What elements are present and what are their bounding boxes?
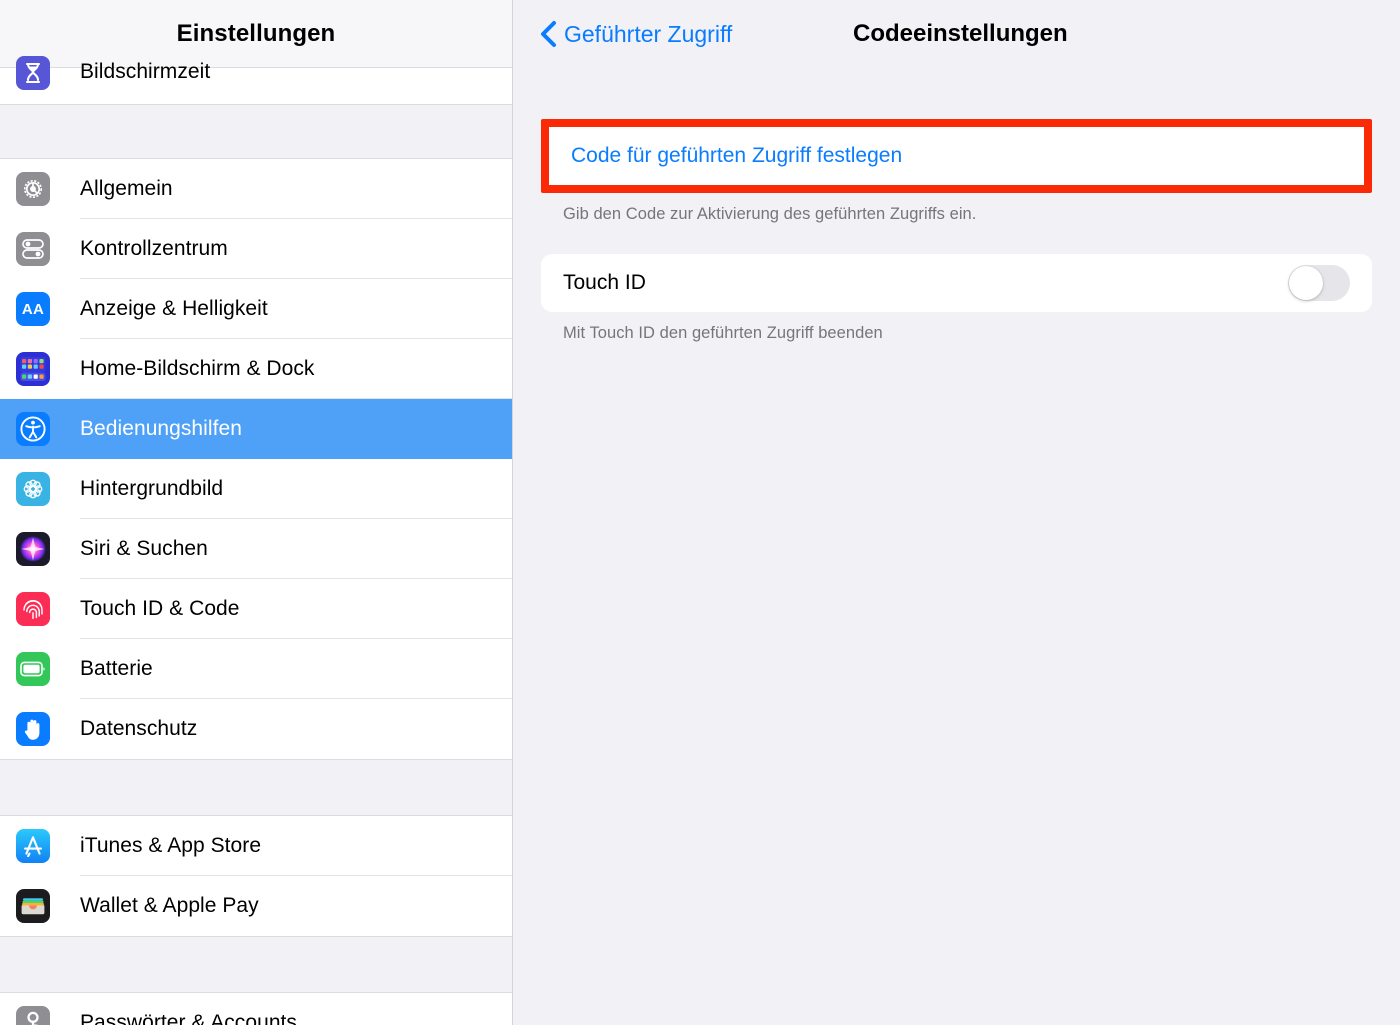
sidebar-item-label: Passwörter & Accounts xyxy=(80,1011,297,1025)
sidebar-item-batterie[interactable]: Batterie xyxy=(0,639,512,699)
sidebar-scroll-area[interactable]: Bildschirmzeit Allgemein Kontrollzentrum AA… xyxy=(0,56,512,1025)
sidebar-item-home-bildschirm-dock[interactable]: Home-Bildschirm & Dock xyxy=(0,339,512,399)
fingerprint-icon xyxy=(16,592,50,626)
sidebar-group-gap xyxy=(0,936,512,993)
settings-card: Touch ID xyxy=(541,254,1372,312)
group-accounts: Passwörter & Accounts xyxy=(0,993,512,1025)
touchid-section: Touch ID Mit Touch ID den geführten Zugri… xyxy=(541,254,1372,343)
key-icon xyxy=(16,1006,50,1025)
sidebar-item-allgemein[interactable]: Allgemein xyxy=(0,159,512,219)
sidebar-item-hintergrundbild[interactable]: Hintergrundbild xyxy=(0,459,512,519)
sidebar-item-label: Kontrollzentrum xyxy=(80,237,228,260)
sidebar-item-label: Hintergrundbild xyxy=(80,477,224,500)
battery-icon xyxy=(16,652,50,686)
hand-icon xyxy=(16,712,50,746)
siri-icon xyxy=(16,532,50,566)
sidebar-header: Einstellungen xyxy=(0,0,512,68)
sidebar-item-bedienungshilfen[interactable]: Bedienungshilfen xyxy=(0,399,512,459)
section-footer-text: Mit Touch ID den geführten Zugriff beend… xyxy=(563,324,883,342)
sidebar-group-gap xyxy=(0,104,512,159)
sliders-icon xyxy=(16,232,50,266)
sidebar-title: Einstellungen xyxy=(176,19,336,47)
settings-card: Code für geführten Zugriff festlegen xyxy=(549,127,1364,185)
chevron-left-icon xyxy=(540,20,557,48)
sidebar-item-label: Touch ID & Code xyxy=(80,597,240,620)
wallet-icon xyxy=(16,889,50,923)
toggle-knob xyxy=(1289,266,1323,300)
sidebar-item-passwörter-accounts[interactable]: Passwörter & Accounts xyxy=(0,993,512,1025)
detail-content: Code für geführten Zugriff festlegen Gib … xyxy=(513,119,1400,343)
sidebar-item-bildschirmzeit[interactable]: Bildschirmzeit xyxy=(0,56,512,104)
red-highlight-box: Code für geführten Zugriff festlegen xyxy=(541,119,1372,193)
passcode-section: Code für geführten Zugriff festlegen Gib … xyxy=(541,119,1372,224)
back-button-label: Geführter Zugriff xyxy=(564,20,733,47)
group-screentime: Bildschirmzeit xyxy=(0,56,512,104)
row-link-label: Code für geführten Zugriff festlegen xyxy=(571,144,903,167)
settings-sidebar: Einstellungen Bildschirmzeit Allgemein Kon… xyxy=(0,0,513,1025)
sidebar-item-touch-id-code[interactable]: Touch ID & Code xyxy=(0,579,512,639)
flower-icon xyxy=(16,472,50,506)
sidebar-item-label: Datenschutz xyxy=(80,717,198,740)
sidebar-item-label: Home-Bildschirm & Dock xyxy=(80,357,315,380)
sidebar-item-label: Siri & Suchen xyxy=(80,537,208,560)
app-store-icon xyxy=(16,829,50,863)
back-button[interactable]: Geführter Zugriff xyxy=(540,20,732,48)
group-store: iTunes & App Store Wallet & Apple Pay xyxy=(0,816,512,936)
settings-window: Einstellungen Bildschirmzeit Allgemein Kon… xyxy=(0,0,1400,1025)
aa-text-icon: AA xyxy=(16,292,50,326)
section-footer-text: Gib den Code zur Aktivierung des geführt… xyxy=(563,205,977,223)
detail-header: Geführter Zugriff Codeeinstellungen xyxy=(513,0,1400,68)
hourglass-icon xyxy=(16,56,50,90)
sidebar-item-anzeige-helligkeit[interactable]: AA Anzeige & Helligkeit xyxy=(0,279,512,339)
accessibility-icon xyxy=(16,412,50,446)
app-grid-icon xyxy=(16,352,50,386)
gear-icon xyxy=(16,172,50,206)
sidebar-item-label: Wallet & Apple Pay xyxy=(80,894,259,917)
detail-title: Codeeinstellungen xyxy=(853,20,1068,47)
detail-pane: Geführter Zugriff Codeeinstellungen Code… xyxy=(513,0,1400,1025)
sidebar-item-itunes-app-store[interactable]: iTunes & App Store xyxy=(0,816,512,876)
touch-id-toggle[interactable]: Touch ID xyxy=(541,254,1372,312)
set-passcode-button[interactable]: Code für geführten Zugriff festlegen xyxy=(549,127,1364,185)
sidebar-item-label: Batterie xyxy=(80,657,153,680)
sidebar-item-label: Anzeige & Helligkeit xyxy=(80,297,268,320)
sidebar-item-kontrollzentrum[interactable]: Kontrollzentrum xyxy=(0,219,512,279)
sidebar-item-label: iTunes & App Store xyxy=(80,834,262,857)
sidebar-item-datenschutz[interactable]: Datenschutz xyxy=(0,699,512,759)
row-label: Touch ID xyxy=(563,271,646,294)
toggle-switch[interactable] xyxy=(1288,265,1350,301)
group-system: Allgemein Kontrollzentrum AA Anzeige & Hell… xyxy=(0,159,512,759)
sidebar-item-siri-suchen[interactable]: Siri & Suchen xyxy=(0,519,512,579)
sidebar-item-label: Allgemein xyxy=(80,177,173,200)
sidebar-item-wallet-apple-pay[interactable]: Wallet & Apple Pay xyxy=(0,876,512,936)
sidebar-group-gap xyxy=(0,759,512,816)
sidebar-item-label: Bedienungshilfen xyxy=(80,417,242,440)
sidebar-item-label: Bildschirmzeit xyxy=(80,60,211,83)
